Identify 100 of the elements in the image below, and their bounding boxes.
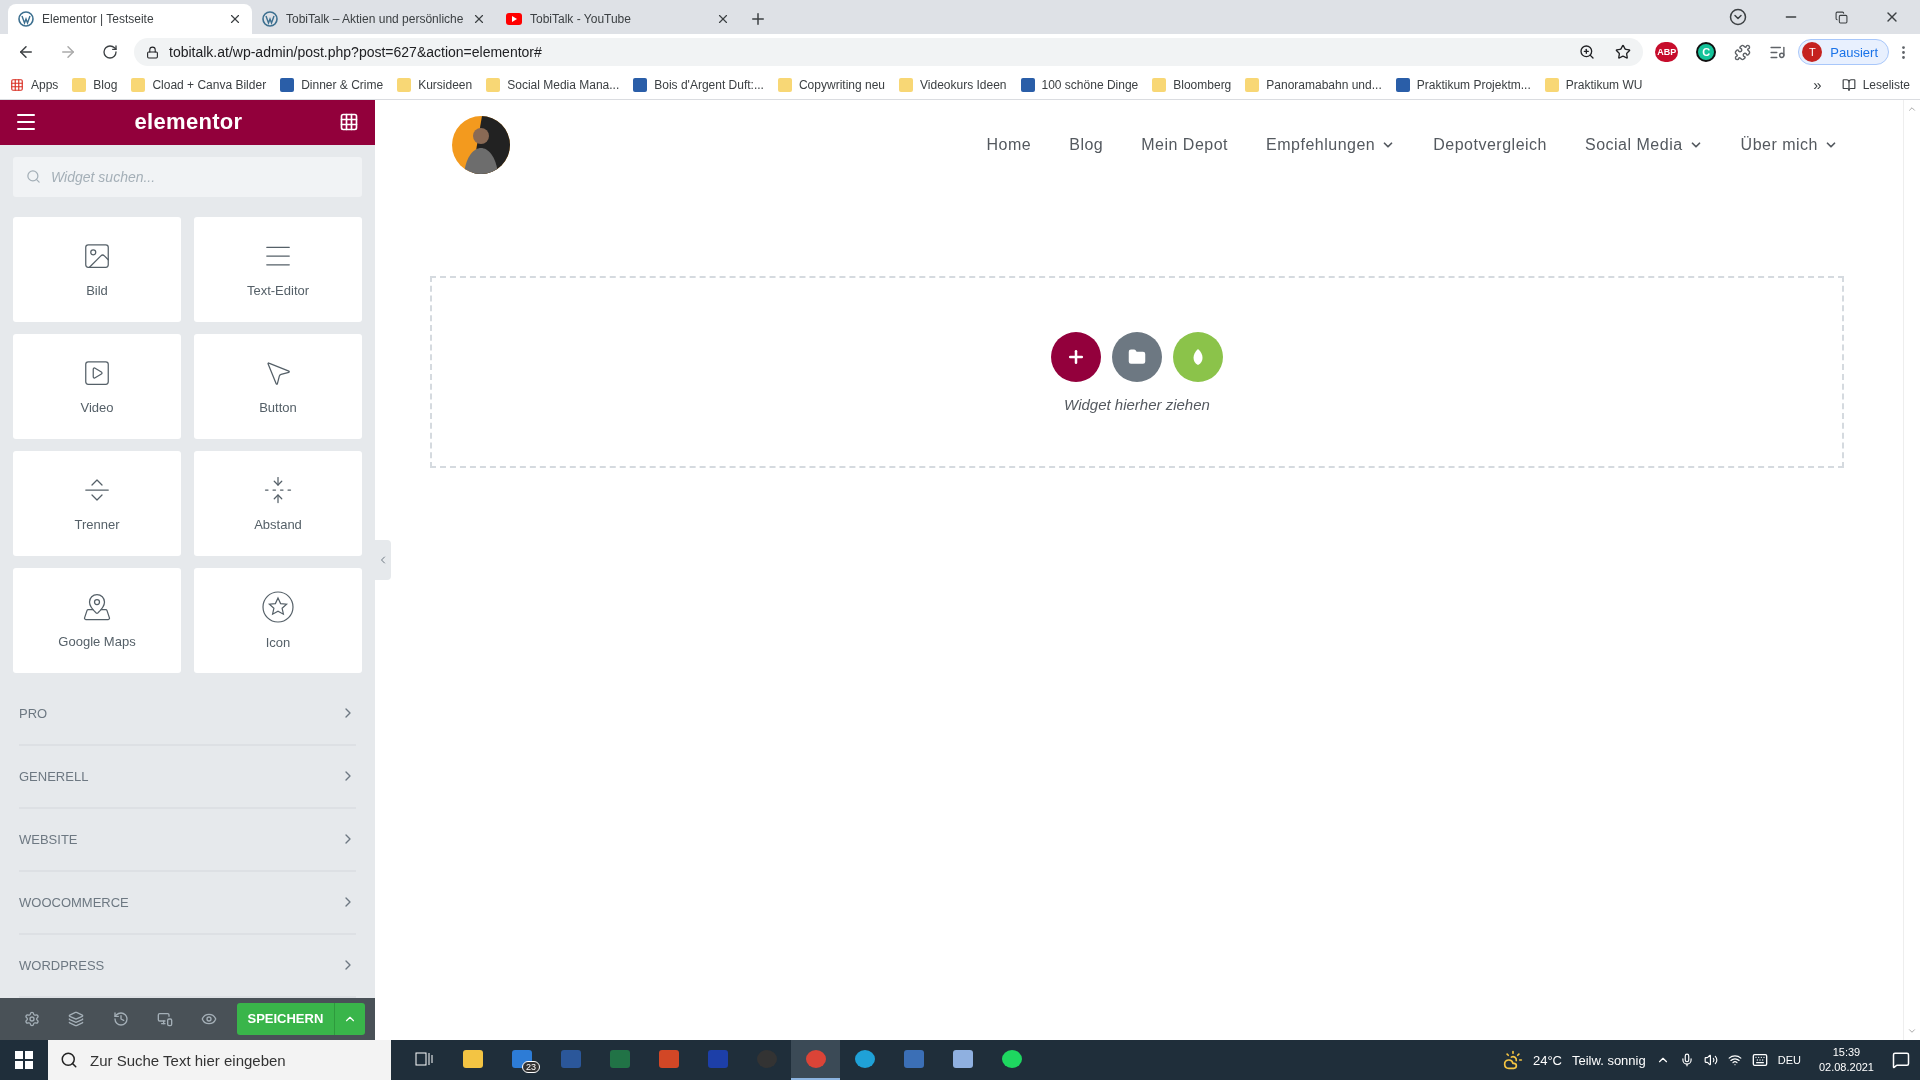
widget-card[interactable]: Text-Editor bbox=[194, 216, 362, 322]
bookmark[interactable]: Praktikum WU bbox=[1565, 77, 1643, 92]
nav-link[interactable]: Depotvergleich bbox=[1433, 136, 1547, 154]
weather-text: Teilw. sonnig bbox=[1572, 1052, 1646, 1068]
back-icon[interactable] bbox=[17, 43, 35, 61]
widget-card[interactable]: Abstand bbox=[194, 450, 362, 556]
widget-label: Trenner bbox=[74, 516, 120, 532]
close-icon[interactable] bbox=[228, 12, 242, 26]
nav-link[interactable]: Über mich bbox=[1740, 136, 1818, 154]
browser-tab[interactable]: TobiTalk – Aktien und persönliche bbox=[252, 4, 496, 34]
volume-icon[interactable] bbox=[1703, 1053, 1718, 1067]
nav-link[interactable]: Empfehlungen bbox=[1266, 136, 1376, 154]
save-options-button[interactable] bbox=[333, 1002, 365, 1035]
app-icon[interactable] bbox=[852, 1047, 877, 1071]
reading-list-icon[interactable] bbox=[1841, 77, 1856, 92]
category-title[interactable]: PRO bbox=[19, 705, 48, 721]
bookmark[interactable]: Videokurs Ideen bbox=[920, 77, 1007, 92]
reload-icon[interactable] bbox=[102, 44, 118, 60]
reading-list-link[interactable]: Leseliste bbox=[1862, 77, 1910, 92]
clock[interactable]: 15:39 02.08.2021 bbox=[1818, 1045, 1874, 1075]
bookmark-star-icon[interactable] bbox=[1615, 44, 1632, 60]
bookmark[interactable]: Bois d'Argent Duft:... bbox=[654, 77, 764, 92]
folder-icon bbox=[72, 77, 87, 92]
count-badge: 23 bbox=[522, 1061, 540, 1073]
puzzle-icon[interactable] bbox=[1734, 43, 1752, 61]
folder-icon bbox=[1544, 77, 1559, 92]
folder-icon bbox=[397, 77, 412, 92]
widget-card[interactable]: Video bbox=[13, 333, 181, 439]
nav-link[interactable]: Blog bbox=[1069, 136, 1104, 154]
widget-label: Google Maps bbox=[58, 633, 136, 649]
widget-card[interactable]: Button bbox=[194, 333, 362, 439]
app-icon[interactable] bbox=[509, 1047, 534, 1071]
bookmark[interactable]: Praktikum Projektm... bbox=[1416, 77, 1531, 92]
browser-tab[interactable]: Elementor | Testseite bbox=[8, 4, 252, 34]
template-button[interactable] bbox=[1112, 331, 1162, 382]
task-view-icon[interactable] bbox=[414, 1051, 433, 1067]
add-section-button[interactable] bbox=[1051, 331, 1101, 382]
app-icon[interactable] bbox=[950, 1047, 975, 1071]
language-indicator[interactable]: DEU bbox=[1777, 1054, 1801, 1066]
spacer-icon bbox=[263, 474, 293, 505]
folder-icon bbox=[1152, 77, 1167, 92]
site-icon bbox=[633, 77, 648, 92]
nav-link[interactable]: Mein Depot bbox=[1141, 136, 1229, 154]
history-icon[interactable] bbox=[112, 1010, 129, 1027]
brand-logo: elementor bbox=[134, 109, 243, 136]
more-bookmarks[interactable]: » bbox=[1813, 76, 1822, 93]
bookmark[interactable]: Panoramabahn und... bbox=[1266, 77, 1382, 92]
bookmark[interactable]: Apps bbox=[31, 77, 59, 92]
search-field[interactable]: Widget suchen... bbox=[13, 156, 362, 197]
widget-card[interactable]: Icon bbox=[194, 567, 362, 673]
extension-icon[interactable]: ABP bbox=[1655, 42, 1679, 62]
nav-link[interactable]: Social Media bbox=[1585, 136, 1683, 154]
collapse-handle[interactable] bbox=[375, 540, 391, 580]
bookmark[interactable]: 100 schöne Dinge bbox=[1041, 77, 1139, 92]
widget-card[interactable]: Bild bbox=[13, 216, 181, 322]
layers-icon[interactable] bbox=[68, 1010, 85, 1027]
drop-zone[interactable]: Widget hierher ziehen bbox=[430, 276, 1844, 468]
apps-icon bbox=[10, 77, 24, 92]
bookmark[interactable]: Blog bbox=[93, 77, 118, 92]
bookmark[interactable]: Bloomberg bbox=[1173, 77, 1232, 92]
devices-icon[interactable] bbox=[156, 1010, 173, 1027]
wifi-icon[interactable] bbox=[1727, 1053, 1742, 1067]
category-title[interactable]: GENERELL bbox=[19, 768, 89, 784]
category-title[interactable]: WEBSITE bbox=[19, 831, 78, 847]
mic-icon[interactable] bbox=[1679, 1053, 1694, 1067]
widget-card[interactable]: Google Maps bbox=[13, 567, 181, 673]
folder-icon bbox=[1245, 77, 1260, 92]
widget-label: Text-Editor bbox=[246, 282, 310, 298]
category-title[interactable]: WORDPRESS bbox=[19, 957, 105, 973]
close-icon[interactable] bbox=[472, 12, 486, 26]
bookmark[interactable]: Social Media Mana... bbox=[507, 77, 620, 92]
bookmark[interactable]: Cload + Canva Bilder bbox=[152, 77, 267, 92]
bookmark[interactable]: Copywriting neu bbox=[798, 77, 885, 92]
profile-button[interactable]: T Pausiert bbox=[1798, 39, 1889, 65]
bookmark[interactable]: Kursideen bbox=[418, 77, 473, 92]
category-title[interactable]: WOOCOMMERCE bbox=[19, 894, 129, 910]
search-field[interactable]: Zur Suche Text hier eingeben bbox=[48, 1040, 391, 1080]
bookmark[interactable]: Dinner & Crime bbox=[301, 77, 384, 92]
settings-icon[interactable] bbox=[24, 1010, 41, 1027]
drop-hint: Widget hierher ziehen bbox=[1064, 395, 1210, 413]
app-icon[interactable] bbox=[460, 1047, 485, 1071]
restore-icon[interactable] bbox=[1835, 10, 1848, 24]
windows-icon[interactable] bbox=[15, 1051, 33, 1069]
tab-search-icon[interactable] bbox=[1729, 8, 1747, 26]
widget-card[interactable]: Trenner bbox=[13, 450, 181, 556]
notifications-icon[interactable] bbox=[1892, 1051, 1910, 1069]
widget-label: Bild bbox=[86, 282, 108, 298]
new-tab-icon[interactable] bbox=[749, 10, 767, 28]
widget-label: Video bbox=[80, 399, 114, 415]
address-bar[interactable]: tobitalk.at/wp-admin/post.php?post=627&action=elementor# bbox=[134, 38, 1644, 66]
wordpress-icon bbox=[262, 11, 278, 27]
nav-link[interactable]: Home bbox=[986, 136, 1032, 154]
zoom-icon[interactable] bbox=[1579, 44, 1596, 60]
folder-icon[interactable] bbox=[1128, 347, 1146, 366]
close-icon[interactable] bbox=[716, 12, 730, 26]
app-icon[interactable] bbox=[999, 1047, 1024, 1071]
grid-icon[interactable] bbox=[339, 112, 359, 133]
browser-tab[interactable]: TobiTalk - YouTube bbox=[496, 4, 740, 34]
keyboard-icon[interactable] bbox=[1751, 1052, 1768, 1068]
folder-icon bbox=[486, 77, 501, 92]
